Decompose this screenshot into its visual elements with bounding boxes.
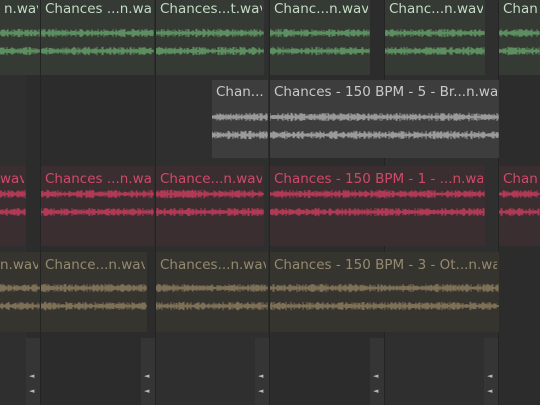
- clip-title: Chance...n.wav: [45, 257, 145, 273]
- audio-clip[interactable]: Chance...n.wav: [156, 166, 264, 246]
- waveform-channel: [499, 207, 540, 217]
- waveform-channel: [156, 301, 268, 311]
- waveform-channel: [0, 208, 26, 216]
- clip-title: n.wav: [4, 1, 38, 17]
- waveform-channel: [41, 46, 154, 56]
- loop-marker-icon[interactable]: ◄: [144, 372, 149, 380]
- loop-marker-icon[interactable]: ◄: [258, 387, 263, 395]
- waveform-channel: [0, 301, 40, 311]
- audio-clip[interactable]: Chances - 150 BPM - 5 - Br...n.wav: [270, 80, 499, 158]
- clip-waveform: [499, 189, 540, 217]
- clip-title: Chances - 150 BPM - 3 - Ot...n.wav: [274, 257, 497, 273]
- audio-clip[interactable]: n.wav: [0, 0, 40, 75]
- loop-marker-icon[interactable]: ◄: [373, 387, 378, 395]
- audio-clip[interactable]: Chance...n.wav: [41, 252, 147, 332]
- clip-waveform: [270, 112, 499, 140]
- waveform-channel: [499, 29, 540, 37]
- waveform-channel: [41, 283, 147, 293]
- audio-clip[interactable]: n.wav: [0, 252, 40, 332]
- waveform-channel: [499, 189, 540, 199]
- waveform-channel: [41, 28, 154, 38]
- clip-title: Chances...t.wav: [160, 1, 262, 17]
- loop-marker-icon[interactable]: ◄: [29, 387, 34, 395]
- clip-title: Chances ...n.wav: [45, 1, 152, 17]
- clip-waveform: [0, 283, 40, 311]
- clip-waveform: [499, 29, 540, 56]
- audio-clip[interactable]: Chan...: [212, 80, 268, 158]
- clip-waveform: [156, 28, 264, 56]
- waveform-channel: [212, 130, 268, 140]
- waveform-channel: [156, 283, 268, 293]
- audio-clip[interactable]: Chances ...n.wav: [41, 166, 154, 246]
- waveform-channel: [270, 28, 370, 38]
- waveform-channel: [270, 283, 499, 293]
- clip-waveform: [41, 189, 154, 217]
- waveform-channel: [0, 46, 40, 56]
- clip-waveform: [41, 28, 154, 56]
- waveform-channel: [385, 28, 485, 38]
- waveform-channel: [0, 28, 40, 38]
- waveform-channel: [212, 112, 268, 122]
- clip-waveform: [385, 28, 485, 56]
- clip-title: Chanc: [503, 1, 538, 17]
- audio-clip[interactable]: Chanc: [499, 166, 540, 246]
- clip-title: Chan...: [216, 84, 264, 100]
- loop-marker-icon[interactable]: ◄: [258, 372, 263, 380]
- clip-waveform: [156, 283, 268, 311]
- clip-waveform: [156, 189, 264, 217]
- clip-waveform: [212, 112, 268, 140]
- audio-clip[interactable]: Chances...t.wav: [156, 0, 264, 75]
- arrangement-view: n.wav Chances ...n.wav Chances...t.wav C…: [0, 0, 540, 405]
- loop-marker-icon[interactable]: ◄: [487, 372, 492, 380]
- waveform-channel: [156, 28, 264, 38]
- waveform-channel: [156, 46, 264, 56]
- waveform-channel: [270, 46, 370, 56]
- waveform-channel: [0, 189, 26, 199]
- waveform-channel: [270, 189, 485, 199]
- clip-waveform: [41, 283, 147, 311]
- clip-title: n.wav: [0, 257, 38, 273]
- waveform-channel: [270, 112, 499, 122]
- waveform-channel: [156, 189, 264, 199]
- clip-title: Chanc...n.wav: [389, 1, 483, 17]
- waveform-channel: [41, 207, 154, 217]
- waveform-channel: [270, 207, 485, 217]
- audio-clip[interactable]: wav: [0, 166, 26, 246]
- clip-title: Chanc...n.wav: [274, 1, 368, 17]
- audio-clip[interactable]: Chances...n.wav: [156, 252, 268, 332]
- audio-clip[interactable]: Chanc...n.wav: [385, 0, 485, 75]
- clip-waveform: [0, 28, 40, 56]
- clip-title: Chances - 150 BPM - 5 - Br...n.wav: [274, 84, 497, 100]
- waveform-channel: [270, 301, 499, 311]
- audio-clip[interactable]: Chances - 150 BPM - 1 - ...n.wav: [270, 166, 485, 246]
- audio-clip[interactable]: Chances - 150 BPM - 3 - Ot...n.wav: [270, 252, 499, 332]
- clip-waveform: [270, 189, 485, 217]
- audio-clip[interactable]: Chanc...n.wav: [270, 0, 370, 75]
- audio-clip[interactable]: Chances ...n.wav: [41, 0, 154, 75]
- loop-marker-icon[interactable]: ◄: [29, 372, 34, 380]
- waveform-channel: [156, 207, 264, 217]
- waveform-channel: [499, 46, 540, 56]
- clip-waveform: [0, 189, 26, 216]
- waveform-channel: [0, 283, 40, 293]
- loop-marker-icon[interactable]: ◄: [144, 387, 149, 395]
- clip-waveform: [270, 28, 370, 56]
- clip-waveform: [270, 283, 499, 311]
- loop-marker-icon[interactable]: ◄: [373, 372, 378, 380]
- clip-title: Chances...n.wav: [160, 257, 266, 273]
- waveform-channel: [41, 301, 147, 311]
- audio-clip[interactable]: Chanc: [499, 0, 540, 75]
- waveform-channel: [270, 130, 499, 140]
- loop-marker-icon[interactable]: ◄: [487, 387, 492, 395]
- waveform-channel: [385, 46, 485, 56]
- waveform-channel: [41, 189, 154, 199]
